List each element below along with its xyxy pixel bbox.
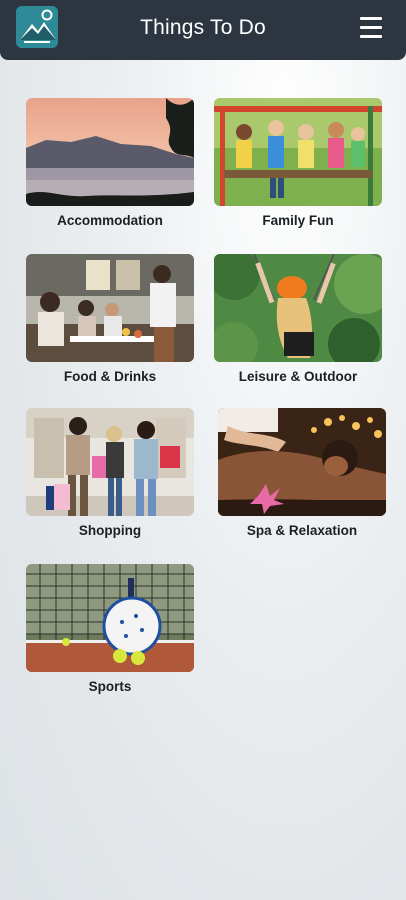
massage-photo	[218, 408, 386, 516]
category-tile-shopping[interactable]: Shopping	[26, 408, 194, 538]
category-tile-leisure-outdoor[interactable]: Leisure & Outdoor	[214, 254, 382, 384]
lake-sunset-photo	[26, 98, 194, 206]
padel-tennis-photo	[26, 564, 194, 672]
outdoor-dining-photo	[26, 254, 194, 362]
category-label: Shopping	[78, 523, 142, 538]
category-tile-spa-relaxation[interactable]: Spa & Relaxation	[218, 408, 386, 538]
zipline-photo	[214, 254, 382, 362]
category-grid: Accommodation Family Fun Food & Drinks L…	[0, 0, 406, 900]
category-label: Spa & Relaxation	[246, 523, 358, 538]
category-label: Leisure & Outdoor	[238, 369, 358, 384]
category-label: Accommodation	[57, 213, 163, 228]
category-tile-accommodation[interactable]: Accommodation	[26, 98, 194, 228]
category-label: Food & Drinks	[63, 369, 157, 384]
shopping-mall-photo	[26, 408, 194, 516]
category-label: Family Fun	[262, 213, 334, 228]
category-tile-family-fun[interactable]: Family Fun	[214, 98, 382, 228]
category-tile-food-drinks[interactable]: Food & Drinks	[26, 254, 194, 384]
category-label: Sports	[88, 679, 132, 694]
category-tile-sports[interactable]: Sports	[26, 564, 194, 694]
kids-on-swing-photo	[214, 98, 382, 206]
